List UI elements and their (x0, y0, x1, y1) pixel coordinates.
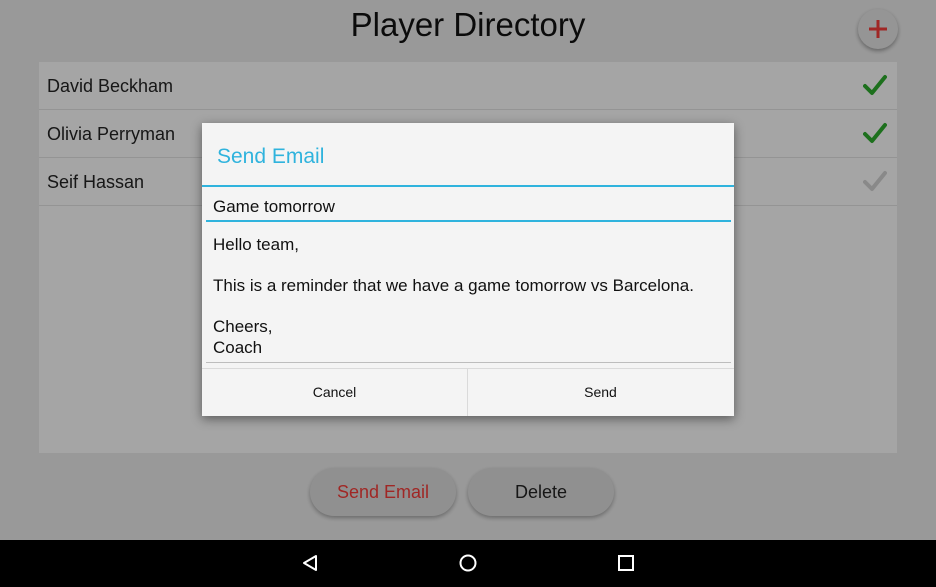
home-circle-icon[interactable] (458, 553, 478, 573)
subject-underline (206, 220, 731, 222)
subject-input[interactable]: Game tomorrow (213, 197, 335, 217)
dialog-title: Send Email (217, 145, 325, 168)
recents-square-icon[interactable] (616, 553, 636, 573)
back-triangle-icon[interactable] (300, 553, 320, 573)
body-underline (206, 362, 731, 363)
message-body-input[interactable]: Hello team, This is a reminder that we h… (213, 235, 723, 358)
dialog-title-divider (202, 185, 734, 187)
system-nav-bar (0, 540, 936, 587)
send-button[interactable]: Send (468, 369, 733, 416)
send-email-dialog: Send Email Game tomorrow Hello team, Thi… (202, 123, 734, 416)
cancel-button[interactable]: Cancel (202, 369, 467, 416)
app-screen: Player Directory David Beckham Olivia Pe… (0, 0, 936, 540)
